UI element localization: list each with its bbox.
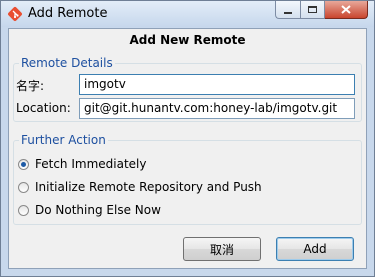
further-action-legend: Further Action bbox=[19, 133, 108, 147]
caption-buttons bbox=[275, 1, 368, 21]
dialog-heading: Add New Remote bbox=[129, 33, 246, 47]
location-field[interactable]: git@git.hunantv.com:honey-lab/imgotv.git bbox=[79, 98, 355, 119]
remote-details-group: Remote Details 名字: imgotv Location: git@… bbox=[13, 56, 362, 122]
maximize-icon bbox=[308, 6, 317, 13]
dialog-body: Add New Remote Remote Details 名字: imgotv… bbox=[8, 28, 367, 269]
fetch-immediately-label: Fetch Immediately bbox=[35, 157, 147, 171]
cancel-button[interactable]: 取消 bbox=[183, 237, 261, 261]
fetch-immediately-option[interactable]: Fetch Immediately bbox=[18, 157, 146, 171]
do-nothing-option[interactable]: Do Nothing Else Now bbox=[18, 203, 161, 217]
dialog-window: Add Remote Add New Remote Remote Details… bbox=[0, 0, 375, 277]
remote-details-legend: Remote Details bbox=[19, 56, 115, 70]
initialize-and-push-option[interactable]: Initialize Remote Repository and Push bbox=[18, 180, 262, 194]
close-icon bbox=[341, 5, 351, 14]
name-label: 名字: bbox=[16, 79, 45, 93]
maximize-button[interactable] bbox=[300, 1, 325, 19]
initialize-and-push-radio[interactable] bbox=[18, 181, 29, 193]
name-field[interactable]: imgotv bbox=[79, 74, 355, 95]
minimize-button[interactable] bbox=[275, 1, 300, 19]
minimize-icon bbox=[284, 11, 292, 14]
do-nothing-label: Do Nothing Else Now bbox=[35, 203, 161, 217]
add-button[interactable]: Add bbox=[276, 237, 354, 261]
fetch-immediately-radio[interactable] bbox=[18, 158, 29, 170]
window-title: Add Remote bbox=[28, 6, 108, 21]
further-action-group: Further Action Fetch Immediately Initial… bbox=[13, 133, 362, 225]
git-diamond-icon bbox=[8, 7, 22, 21]
initialize-and-push-label: Initialize Remote Repository and Push bbox=[35, 180, 262, 194]
title-bar[interactable]: Add Remote bbox=[1, 1, 374, 27]
location-label: Location: bbox=[16, 101, 71, 115]
close-button[interactable] bbox=[325, 1, 368, 19]
do-nothing-radio[interactable] bbox=[18, 204, 29, 216]
